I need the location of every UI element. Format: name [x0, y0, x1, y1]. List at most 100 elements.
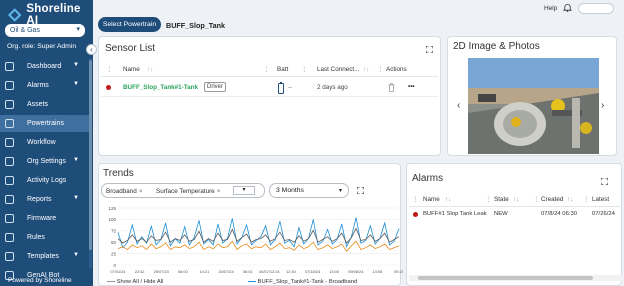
trash-icon[interactable]	[388, 83, 395, 92]
sidebar-item-powertrains[interactable]: Powertrains	[0, 115, 89, 132]
firmware-icon	[5, 214, 14, 223]
sort-icon[interactable]: ↑↓	[567, 196, 573, 203]
sidebar-item-label: Firmware	[27, 215, 57, 222]
more-actions-icon[interactable]: •••	[408, 83, 415, 90]
sidebar-item-firmware[interactable]: Firmware	[0, 210, 89, 227]
alarm-name[interactable]: BUFF#1 Slop Tank Leak	[423, 211, 487, 217]
sidebar-item-reports[interactable]: Reports ▼	[0, 191, 89, 208]
expand-icon[interactable]	[426, 46, 433, 53]
sidebar-item-activity-logs[interactable]: Activity Logs	[0, 172, 89, 189]
legend-item[interactable]: BUFF_Slop_Tank#1-Tank - Broadband	[248, 279, 357, 285]
assets-icon	[5, 100, 14, 109]
sensor-list-header: ⋮ Name ↑↓ ⋮ Batt ⋮ Last Connect... ↑↓ ⋮ …	[101, 62, 438, 77]
sidebar-item-dashboard[interactable]: Dashboard ▼	[0, 58, 89, 75]
y-tick-label: 75	[111, 229, 117, 234]
alarms-hscroll-thumb[interactable]	[418, 276, 593, 280]
filter-input[interactable]: ▾	[233, 186, 255, 195]
photo-prev-icon[interactable]: ‹	[457, 100, 460, 111]
sidebar-item-label: Org Settings	[27, 158, 66, 165]
select-powertrain-button[interactable]: Select Powertrain	[98, 17, 161, 32]
sidebar-item-templates[interactable]: Templates ▼	[0, 248, 89, 265]
report-icon	[5, 195, 14, 204]
x-tick-label: 13:00	[329, 269, 340, 274]
sort-icon[interactable]: ↑↓	[147, 66, 153, 73]
expand-icon[interactable]	[357, 187, 364, 194]
column-menu-icon[interactable]: ⋮	[106, 66, 112, 73]
column-header-created[interactable]: Created	[541, 196, 563, 203]
column-menu-icon[interactable]: ⋮	[583, 196, 589, 203]
close-icon[interactable]: ×	[139, 188, 143, 195]
trend-chart-svg[interactable]: 0 25 50 75 100 125 07/01/24 22:42 29/07/24 06:00 1…	[103, 203, 403, 277]
sidebar-collapse-button[interactable]: ‹	[86, 44, 97, 55]
legend-toggle[interactable]: Show All / Hide All	[107, 279, 163, 285]
column-menu-icon[interactable]: ⋮	[377, 66, 383, 73]
column-header-batt[interactable]: Batt	[277, 66, 288, 73]
sidebar-item-assets[interactable]: Assets	[0, 96, 89, 113]
sidebar-item-org-settings[interactable]: Org Settings ▼	[0, 153, 89, 170]
sort-icon[interactable]: ↑↓	[363, 66, 369, 73]
sensor-role-tag: Driver	[204, 82, 226, 92]
sidebar-item-alarms[interactable]: Alarms ▼	[0, 77, 89, 94]
sidebar-item-workflow[interactable]: Workflow	[0, 134, 89, 151]
sensor-list-title: Sensor List	[105, 43, 156, 54]
column-menu-icon[interactable]: ⋮	[485, 196, 491, 203]
sort-icon[interactable]: ↑↓	[445, 196, 451, 203]
column-header-state[interactable]: State	[494, 196, 509, 203]
bell-icon	[5, 81, 14, 90]
x-tick-label: 07/01/24	[110, 269, 126, 274]
x-tick-label: 40/07/12:24	[259, 269, 280, 274]
trends-title: Trends	[103, 168, 134, 179]
site-photo[interactable]	[468, 58, 599, 154]
y-tick-label: 125	[108, 206, 116, 211]
column-header-name[interactable]: Name	[123, 66, 140, 73]
table-row[interactable]: BUFF_Slop_Tank#1-Tank Driver -- 2 days a…	[101, 79, 438, 97]
column-menu-icon[interactable]: ⋮	[263, 66, 269, 73]
close-icon[interactable]: ×	[217, 188, 221, 195]
y-tick-label: 100	[108, 217, 116, 222]
caret-down-icon: ▼	[73, 252, 79, 258]
column-header-name[interactable]: Name	[423, 196, 440, 203]
status-dot-icon	[106, 85, 111, 90]
filter-chip-label: Broadband	[106, 187, 137, 195]
industry-select-value: Oil & Gas	[10, 27, 40, 34]
x-tick-label: 06:00	[178, 269, 189, 274]
x-tick-label: 12:40	[286, 269, 297, 274]
x-tick-label: 09/06/24	[348, 269, 364, 274]
sensor-name-link[interactable]: BUFF_Slop_Tank#1-Tank	[123, 84, 198, 91]
user-menu[interactable]	[578, 3, 614, 14]
expand-icon[interactable]	[601, 178, 608, 185]
column-menu-icon[interactable]: ⋮	[412, 196, 418, 203]
sidebar-item-label: Templates	[27, 253, 59, 260]
rules-icon	[5, 233, 14, 242]
range-select[interactable]: 3 Months ▾	[269, 183, 349, 198]
caret-down-icon: ▼	[73, 81, 79, 87]
sidebar-item-label: Activity Logs	[27, 177, 67, 184]
column-header-latest[interactable]: Latest	[592, 196, 609, 203]
x-tick-label: 14:08	[373, 269, 383, 274]
workflow-icon	[5, 138, 14, 147]
sort-icon[interactable]: ↑↓	[513, 196, 519, 203]
table-row[interactable]: BUFF#1 Slop Tank Leak NEW 07/8/24 06:30 …	[409, 208, 622, 221]
y-tick-label: 50	[111, 240, 117, 245]
column-menu-icon[interactable]: ⋮	[533, 196, 539, 203]
powertrain-icon	[5, 119, 14, 128]
log-icon	[5, 176, 14, 185]
chevron-down-icon: ▾	[338, 188, 342, 194]
sidebar-scroll-thumb[interactable]	[89, 60, 92, 250]
notification-bell-icon[interactable]	[563, 3, 572, 12]
industry-select[interactable]: Oil & Gas ▾	[5, 24, 85, 37]
column-header-last-connect[interactable]: Last Connect...	[317, 66, 359, 73]
settings-icon	[5, 157, 14, 166]
photo-next-icon[interactable]: ›	[601, 100, 604, 111]
column-menu-icon[interactable]: ⋮	[301, 66, 307, 73]
filter-chip[interactable]: Surface Temperature ×	[156, 186, 220, 196]
y-tick-label: 25	[111, 251, 117, 256]
sidebar-item-rules[interactable]: Rules	[0, 229, 89, 246]
range-select-value: 3 Months	[276, 187, 304, 194]
x-tick-label: 22:42	[135, 269, 145, 274]
caret-down-icon: ▼	[73, 195, 79, 201]
trend-chart[interactable]: 0 25 50 75 100 125 07/01/24 22:42 29/07/24 06:00 1…	[103, 203, 403, 285]
filter-chip[interactable]: Broadband ×	[106, 186, 143, 196]
help-link[interactable]: Help	[544, 5, 557, 12]
series-line-2[interactable]	[117, 240, 400, 252]
